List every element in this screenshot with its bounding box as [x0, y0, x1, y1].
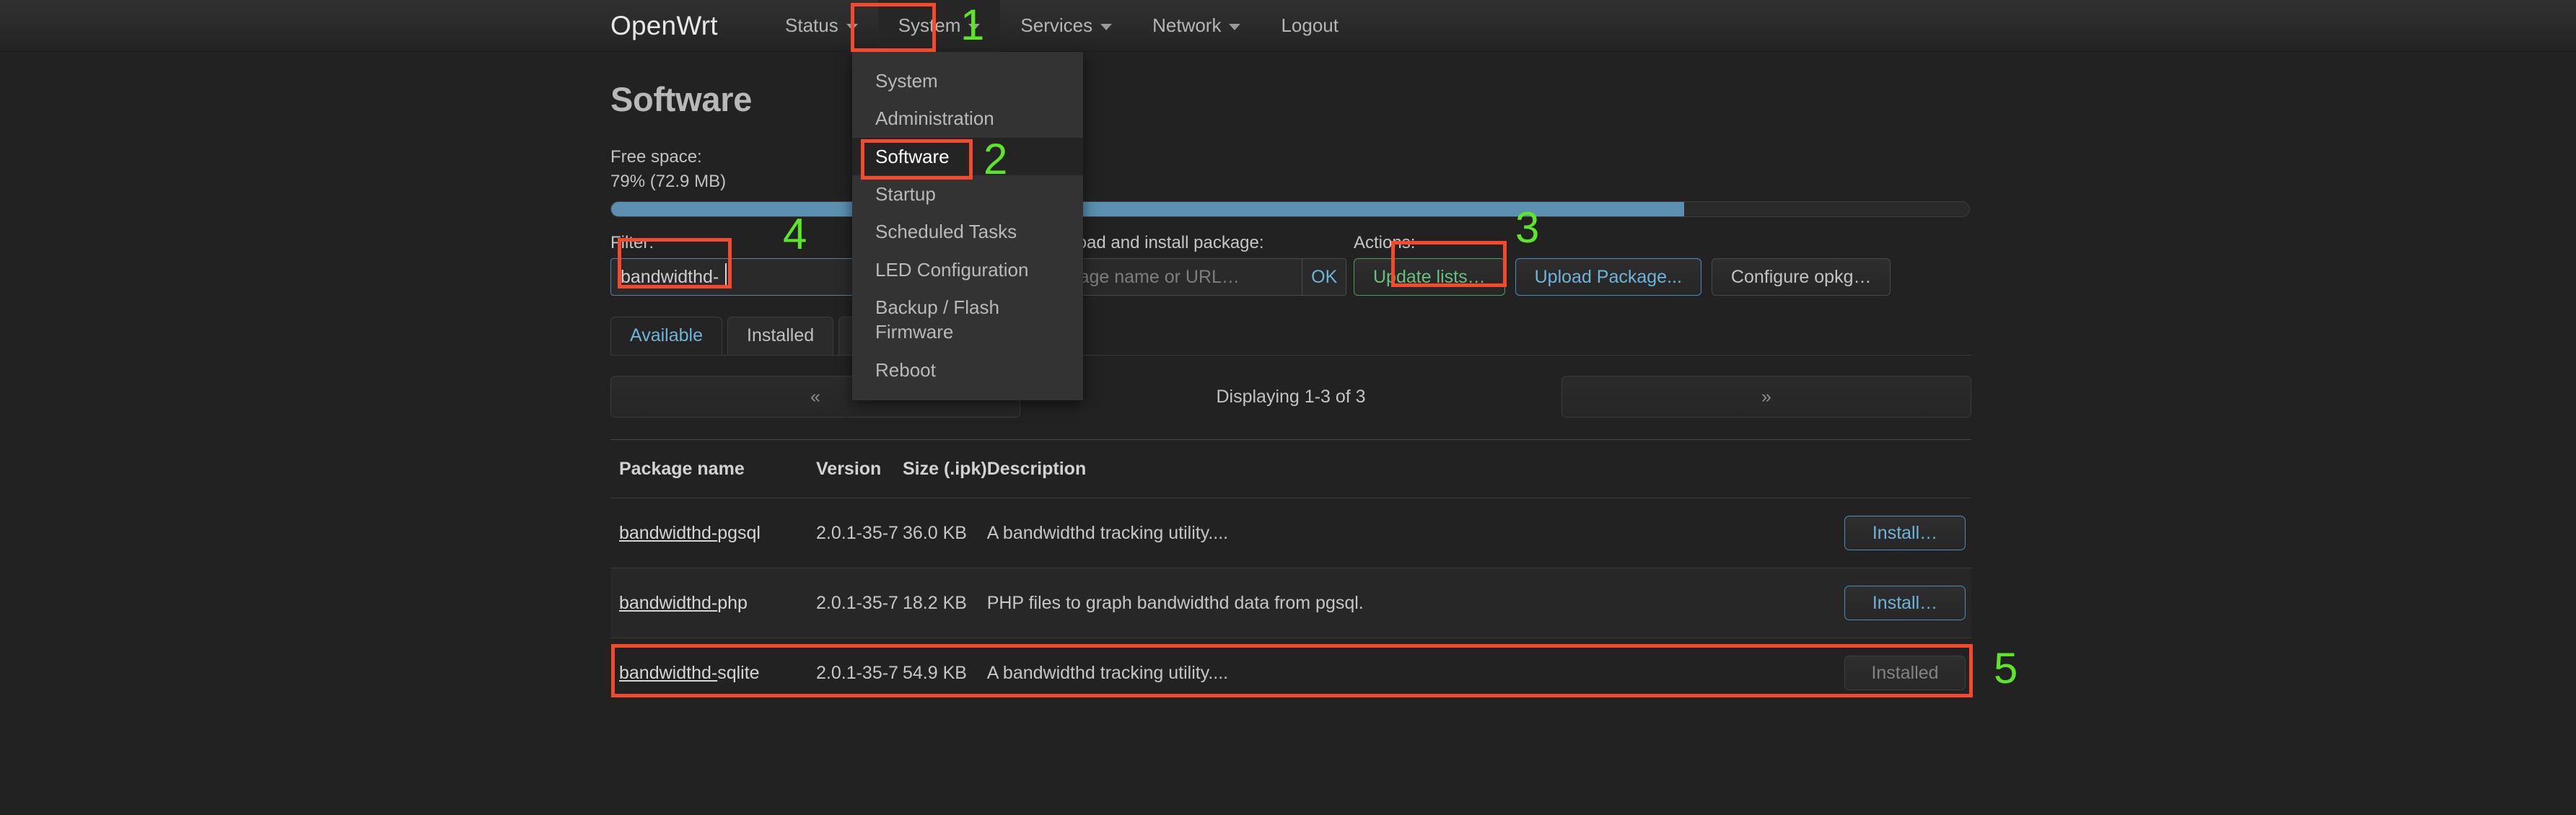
menu-item-backup-flash-firmware[interactable]: Backup / Flash Firmware — [852, 288, 1083, 351]
brand-logo[interactable]: OpenWrt — [610, 11, 718, 41]
package-size: 36.0 KB — [903, 522, 967, 543]
package-description: A bandwidthd tracking utility.... — [986, 662, 1229, 683]
table-row: bandwidthd-php 2.0.1-35-7 18.2 KB PHP fi… — [610, 568, 1971, 638]
install-button-bandwidthd-php[interactable]: Install… — [1844, 586, 1966, 621]
install-button-bandwidthd-pgsql[interactable]: Install… — [1844, 516, 1966, 551]
free-space-label: Free space: — [610, 147, 702, 167]
package-name-rest: sqlite — [717, 662, 760, 683]
annotation-number-5: 5 — [1994, 644, 2018, 692]
nav-item-status-label: Status — [785, 14, 838, 36]
menu-item-administration[interactable]: Administration — [852, 100, 1083, 137]
ok-button[interactable]: OK — [1302, 258, 1346, 296]
upload-package-button[interactable]: Upload Package... — [1515, 258, 1701, 296]
menu-item-startup[interactable]: Startup — [852, 175, 1083, 213]
column-header-size: Size (.ipk) — [903, 459, 987, 480]
configure-opkg-button[interactable]: Configure opkg… — [1711, 258, 1891, 296]
package-link-bandwidthd-pgsql[interactable]: bandwidthd-pgsql — [619, 523, 761, 543]
pagination-next-button[interactable]: » — [1561, 376, 1971, 418]
package-size: 54.9 KB — [903, 662, 967, 683]
free-space-progressbar — [610, 201, 1970, 218]
controls-row: Filter: Download and install package: OK… — [610, 233, 1971, 298]
package-description: PHP files to graph bandwidthd data from … — [986, 592, 1364, 613]
nav-item-services-label: Services — [1020, 14, 1093, 36]
actions-group: Actions: Update lists… Upload Package...… — [1354, 233, 1891, 296]
actions-label: Actions: — [1354, 233, 1416, 253]
tab-available[interactable]: Available — [610, 317, 723, 356]
chevron-down-icon — [968, 24, 981, 30]
package-table-body: bandwidthd-pgsql 2.0.1-35-7 36.0 KB A ba… — [610, 498, 1971, 708]
menu-item-reboot[interactable]: Reboot — [852, 351, 1083, 389]
text-cursor — [725, 263, 727, 287]
package-name-match: bandwidthd- — [619, 592, 718, 613]
package-version: 2.0.1-35-7 — [816, 522, 898, 543]
package-name-rest: php — [717, 592, 748, 613]
nav-item-logout-label: Logout — [1281, 14, 1339, 36]
nav-item-network[interactable]: Network — [1132, 0, 1261, 52]
column-header-description: Description — [986, 459, 1087, 480]
free-space-info: Free space: 79% (72.9 MB) — [610, 145, 1971, 194]
nav-item-system[interactable]: System — [877, 0, 1001, 52]
nav-items: Status System Services Network Logout — [765, 0, 1359, 52]
package-name-rest: pgsql — [717, 522, 761, 543]
package-size: 18.2 KB — [903, 592, 967, 613]
package-link-bandwidthd-sqlite[interactable]: bandwidthd-sqlite — [619, 663, 760, 683]
main-content: Software Free space: 79% (72.9 MB) Filte… — [610, 52, 1971, 708]
system-dropdown-menu: System Administration Software Startup S… — [852, 52, 1083, 400]
nav-item-status[interactable]: Status — [765, 0, 878, 52]
installed-button-bandwidthd-sqlite: Installed — [1844, 656, 1966, 691]
free-space-progressbar-fill — [611, 202, 1684, 217]
update-lists-button[interactable]: Update lists… — [1354, 258, 1505, 296]
column-header-actions — [1827, 440, 1971, 498]
package-version: 2.0.1-35-7 — [816, 592, 898, 613]
menu-item-led-configuration[interactable]: LED Configuration — [852, 251, 1083, 288]
package-description: A bandwidthd tracking utility.... — [986, 522, 1229, 543]
pagination-status: Displaying 1-3 of 3 — [1216, 386, 1366, 407]
menu-item-scheduled-tasks[interactable]: Scheduled Tasks — [852, 213, 1083, 250]
column-header-version: Version — [816, 459, 882, 480]
menu-item-system[interactable]: System — [852, 62, 1083, 100]
free-space-value: 79% (72.9 MB) — [610, 172, 727, 192]
pagination-row: « Displaying 1-3 of 3 » — [610, 374, 1971, 419]
openwrt-luci-page: OpenWrt Status System Services Network L… — [0, 0, 2576, 815]
table-row: bandwidthd-pgsql 2.0.1-35-7 36.0 KB A ba… — [610, 498, 1971, 568]
column-header-package-name: Package name — [619, 459, 745, 480]
chevron-down-icon — [1229, 24, 1241, 30]
package-name-match: bandwidthd- — [619, 662, 718, 683]
nav-item-network-label: Network — [1152, 14, 1222, 36]
nav-item-services[interactable]: Services — [1000, 0, 1132, 52]
chevron-down-icon — [1100, 24, 1113, 30]
package-version: 2.0.1-35-7 — [816, 662, 898, 683]
package-tabs: Available Installed Updates — [610, 317, 1971, 356]
top-navbar: OpenWrt Status System Services Network L… — [0, 0, 2576, 52]
page-title: Software — [610, 80, 753, 118]
tab-installed[interactable]: Installed — [727, 317, 834, 356]
table-header-row: Package name Version Size (.ipk) Descrip… — [610, 440, 1971, 498]
package-table-head: Package name Version Size (.ipk) Descrip… — [610, 440, 1971, 498]
package-name-match: bandwidthd- — [619, 522, 718, 543]
chevron-down-icon — [846, 24, 858, 30]
menu-item-software[interactable]: Software — [852, 137, 1083, 175]
package-link-bandwidthd-php[interactable]: bandwidthd-php — [619, 593, 748, 613]
nav-item-logout[interactable]: Logout — [1261, 0, 1359, 52]
package-table: Package name Version Size (.ipk) Descrip… — [610, 439, 1971, 708]
table-row: bandwidthd-sqlite 2.0.1-35-7 54.9 KB A b… — [610, 638, 1971, 708]
nav-item-system-label: System — [898, 14, 961, 36]
